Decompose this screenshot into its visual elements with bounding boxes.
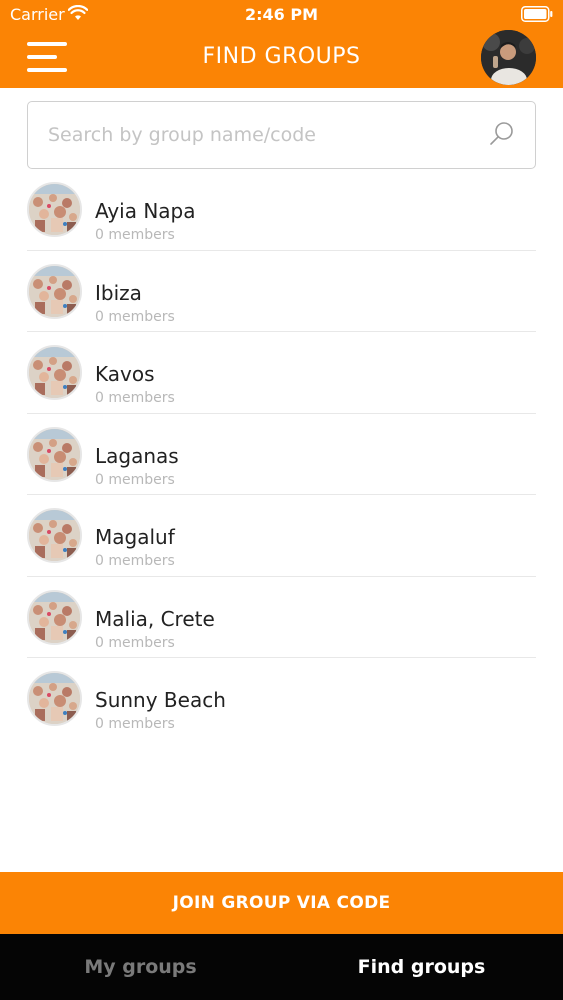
group-name: Ayia Napa	[95, 199, 196, 223]
search-input[interactable]	[48, 102, 488, 168]
group-list-item[interactable]: Ayia Napa 0 members	[27, 169, 536, 251]
profile-photo-icon	[481, 30, 536, 85]
group-list-item[interactable]: Magaluf 0 members	[27, 495, 536, 577]
group-member-count: 0 members	[95, 471, 175, 488]
group-list-item[interactable]: Sunny Beach 0 members	[27, 658, 536, 740]
group-member-count: 0 members	[95, 227, 175, 243]
group-list: Ayia Napa 0 members Ibiza 0 members Kavo…	[27, 169, 536, 740]
group-name: Kavos	[95, 362, 155, 386]
group-avatar	[27, 182, 82, 237]
join-group-via-code-button[interactable]: JOIN GROUP VIA CODE	[0, 872, 563, 934]
group-avatar	[27, 345, 82, 400]
tab-my-groups[interactable]: My groups	[0, 934, 281, 1000]
group-name: Sunny Beach	[95, 688, 226, 712]
group-member-count: 0 members	[95, 634, 175, 651]
group-avatar	[27, 508, 82, 563]
tab-bar: My groups Find groups	[0, 934, 563, 1000]
status-time: 2:46 PM	[244, 5, 318, 24]
group-avatar	[27, 671, 82, 726]
group-member-count: 0 members	[95, 716, 175, 732]
app-header: Carrier 2:46 PM FIND GROUPS	[0, 0, 563, 88]
group-list-item[interactable]: Ibiza 0 members	[27, 251, 536, 332]
group-member-count: 0 members	[95, 390, 175, 406]
group-avatar	[27, 589, 82, 645]
group-name: Ibiza	[95, 280, 142, 305]
group-name: Magaluf	[95, 525, 175, 549]
profile-avatar[interactable]	[481, 30, 536, 85]
search-box	[27, 101, 536, 169]
group-list-item[interactable]: Kavos 0 members	[27, 332, 536, 414]
group-list-item[interactable]: Malia, Crete 0 members	[27, 577, 536, 658]
tab-find-groups[interactable]: Find groups	[281, 934, 562, 1000]
page-title: FIND GROUPS	[202, 44, 361, 69]
battery-icon	[521, 6, 553, 22]
search-icon[interactable]	[488, 120, 516, 148]
group-member-count: 0 members	[95, 308, 175, 325]
group-name: Laganas	[95, 443, 179, 468]
nav-bar: FIND GROUPS	[0, 30, 563, 88]
group-list-item[interactable]: Laganas 0 members	[27, 414, 536, 495]
status-bar: Carrier 2:46 PM	[0, 0, 563, 30]
group-name: Malia, Crete	[95, 606, 215, 631]
group-avatar	[27, 426, 82, 482]
group-avatar	[27, 263, 82, 319]
group-member-count: 0 members	[95, 553, 175, 569]
